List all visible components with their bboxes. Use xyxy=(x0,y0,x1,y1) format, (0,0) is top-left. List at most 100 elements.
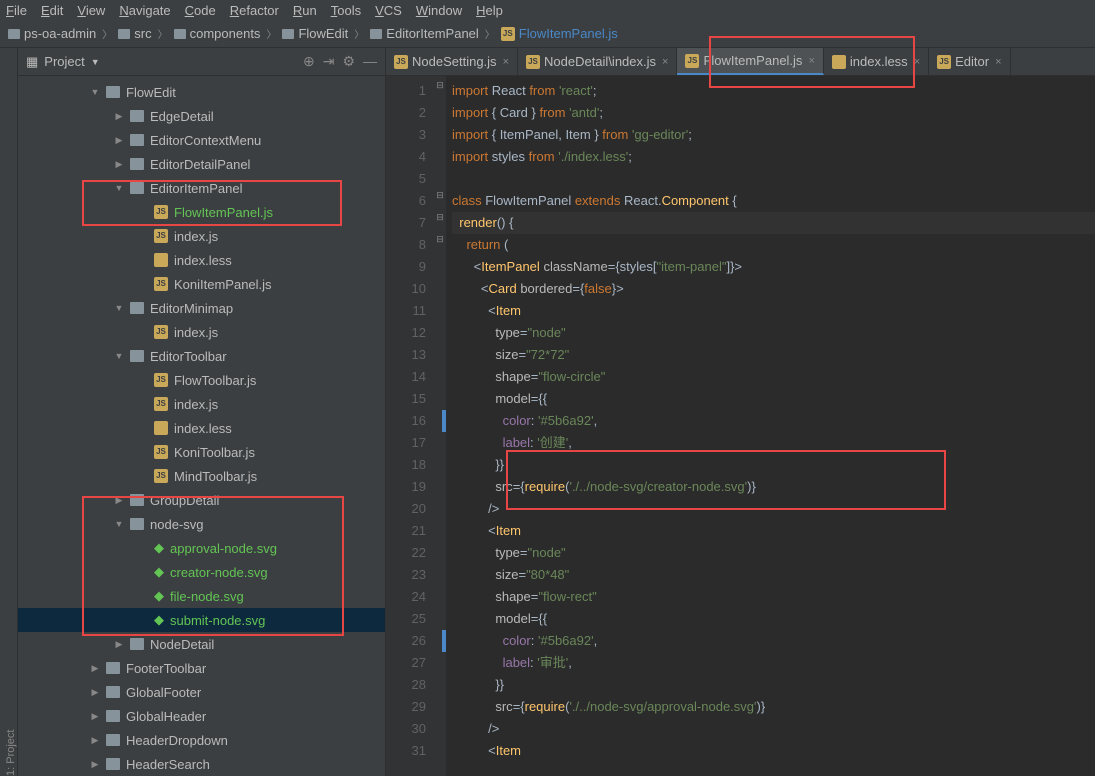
breadcrumb-item[interactable]: src xyxy=(114,24,155,43)
close-icon[interactable]: × xyxy=(662,56,668,68)
less-icon xyxy=(154,421,168,435)
tree-item[interactable]: ▼EditorMinimap xyxy=(18,296,385,320)
less-icon xyxy=(154,253,168,267)
folder-icon xyxy=(130,134,144,146)
close-icon[interactable]: × xyxy=(995,56,1001,68)
folder-icon xyxy=(130,494,144,506)
locate-icon[interactable]: ⊕ xyxy=(303,53,315,70)
editor-tab[interactable]: JSNodeDetail\index.js× xyxy=(518,48,677,75)
tree-item[interactable]: ▼EditorToolbar xyxy=(18,344,385,368)
breadcrumb-item[interactable]: FlowEdit xyxy=(278,24,352,43)
folder-icon xyxy=(106,734,120,746)
js-icon: JS xyxy=(154,445,168,459)
tree-item[interactable]: ▶EdgeDetail xyxy=(18,104,385,128)
tree-item[interactable]: ▼EditorItemPanel xyxy=(18,176,385,200)
menu-run[interactable]: Run xyxy=(293,3,317,18)
code-content[interactable]: import React from 'react';import { Card … xyxy=(446,76,1095,776)
editor-tab[interactable]: JSEditor× xyxy=(929,48,1010,75)
tree-item[interactable]: JSMindToolbar.js xyxy=(18,464,385,488)
tree-item[interactable]: ▶GlobalFooter xyxy=(18,680,385,704)
editor-tab[interactable]: index.less× xyxy=(824,48,929,75)
editor-tabs[interactable]: JSNodeSetting.js×JSNodeDetail\index.js×J… xyxy=(386,48,1095,76)
tree-item[interactable]: ◆creator-node.svg xyxy=(18,560,385,584)
folder-icon xyxy=(106,710,120,722)
project-panel: ▦ Project ▼ ⊕ ⇥ ⚙ — ▼FlowEdit▶EdgeDetail… xyxy=(18,48,386,776)
js-icon: JS xyxy=(154,205,168,219)
folder-icon xyxy=(106,758,120,770)
folder-icon xyxy=(130,518,144,530)
menu-view[interactable]: View xyxy=(77,3,105,18)
chevron-down-icon[interactable]: ▼ xyxy=(91,57,100,67)
tree-item[interactable]: JSindex.js xyxy=(18,320,385,344)
project-tree[interactable]: ▼FlowEdit▶EdgeDetail▶EditorContextMenu▶E… xyxy=(18,76,385,776)
tree-item[interactable]: ▶NodeDetail xyxy=(18,632,385,656)
js-icon: JS xyxy=(154,277,168,291)
menu-navigate[interactable]: Navigate xyxy=(119,3,170,18)
tree-item[interactable]: JSFlowToolbar.js xyxy=(18,368,385,392)
breadcrumb: ps-oa-admin〉src〉components〉FlowEdit〉Edit… xyxy=(0,20,1095,48)
tree-item[interactable]: ▶EditorContextMenu xyxy=(18,128,385,152)
menu-edit[interactable]: Edit xyxy=(41,3,63,18)
tree-item[interactable]: JSKoniToolbar.js xyxy=(18,440,385,464)
tree-item[interactable]: index.less xyxy=(18,416,385,440)
menu-file[interactable]: File xyxy=(6,3,27,18)
js-icon: JS xyxy=(154,469,168,483)
menu-code[interactable]: Code xyxy=(185,3,216,18)
hide-icon[interactable]: — xyxy=(363,53,377,70)
svg-icon: ◆ xyxy=(154,564,164,580)
breadcrumb-item[interactable]: ps-oa-admin xyxy=(4,24,100,43)
folder-icon xyxy=(106,86,120,98)
tree-item[interactable]: ▼FlowEdit xyxy=(18,80,385,104)
project-tool-label[interactable]: 1: Project xyxy=(5,68,17,776)
folder-icon xyxy=(130,638,144,650)
tree-item[interactable]: JSindex.js xyxy=(18,224,385,248)
editor-tab[interactable]: JSNodeSetting.js× xyxy=(386,48,518,75)
folder-icon xyxy=(130,158,144,170)
gear-icon[interactable]: ⚙ xyxy=(342,53,355,70)
tree-item[interactable]: JSKoniItemPanel.js xyxy=(18,272,385,296)
breadcrumb-item[interactable]: EditorItemPanel xyxy=(366,24,483,43)
tree-item[interactable]: ▶EditorDetailPanel xyxy=(18,152,385,176)
collapse-icon[interactable]: ⇥ xyxy=(323,53,335,70)
folder-icon xyxy=(130,182,144,194)
line-gutter: 1234567891011121314151617181920212223242… xyxy=(386,76,434,776)
tree-item[interactable]: ◆approval-node.svg xyxy=(18,536,385,560)
tree-item[interactable]: ◆submit-node.svg xyxy=(18,608,385,632)
menu-vcs[interactable]: VCS xyxy=(375,3,402,18)
project-icon: ▦ xyxy=(26,54,38,70)
js-icon: JS xyxy=(154,325,168,339)
tree-item[interactable]: ▼node-svg xyxy=(18,512,385,536)
tree-item[interactable]: ▶FooterToolbar xyxy=(18,656,385,680)
tool-window-stripe[interactable]: 1: Project 7: Structure xyxy=(0,48,18,776)
svg-icon: ◆ xyxy=(154,540,164,556)
tree-item[interactable]: JSindex.js xyxy=(18,392,385,416)
tree-item[interactable]: ▶HeaderDropdown xyxy=(18,728,385,752)
svg-icon: ◆ xyxy=(154,588,164,604)
close-icon[interactable]: × xyxy=(808,55,814,67)
tree-item[interactable]: ▶GroupDetail xyxy=(18,488,385,512)
project-title: Project xyxy=(44,54,84,69)
js-icon: JS xyxy=(154,397,168,411)
editor-tab[interactable]: JSFlowItemPanel.js× xyxy=(677,48,823,75)
menu-refactor[interactable]: Refactor xyxy=(230,3,279,18)
folder-icon xyxy=(106,662,120,674)
tree-item[interactable]: index.less xyxy=(18,248,385,272)
folder-icon xyxy=(106,686,120,698)
menu-window[interactable]: Window xyxy=(416,3,462,18)
close-icon[interactable]: × xyxy=(914,56,920,68)
menubar: File Edit View Navigate Code Refactor Run Tools… xyxy=(0,0,1095,20)
js-icon: JS xyxy=(154,373,168,387)
menu-tools[interactable]: Tools xyxy=(331,3,361,18)
folder-icon xyxy=(130,350,144,362)
breadcrumb-item[interactable]: JSFlowItemPanel.js xyxy=(497,24,622,43)
tree-item[interactable]: JSFlowItemPanel.js xyxy=(18,200,385,224)
tree-item[interactable]: ▶HeaderSearch xyxy=(18,752,385,776)
menu-help[interactable]: Help xyxy=(476,3,503,18)
tree-item[interactable]: ◆file-node.svg xyxy=(18,584,385,608)
editor-area: JSNodeSetting.js×JSNodeDetail\index.js×J… xyxy=(386,48,1095,776)
tree-item[interactable]: ▶GlobalHeader xyxy=(18,704,385,728)
close-icon[interactable]: × xyxy=(503,56,509,68)
code-editor[interactable]: 1234567891011121314151617181920212223242… xyxy=(386,76,1095,776)
folder-icon xyxy=(130,302,144,314)
breadcrumb-item[interactable]: components xyxy=(170,24,265,43)
